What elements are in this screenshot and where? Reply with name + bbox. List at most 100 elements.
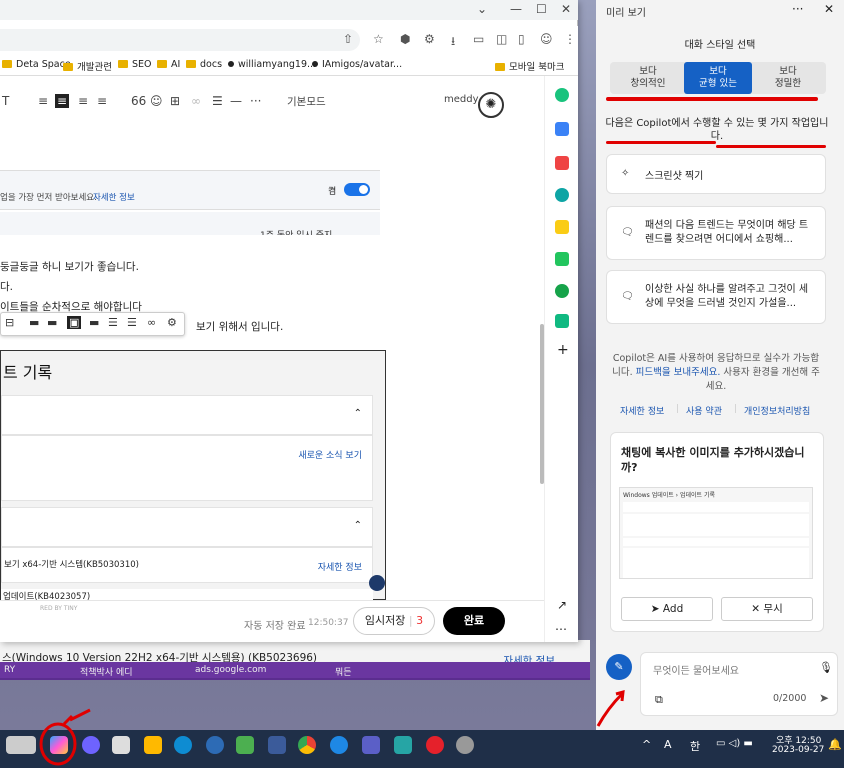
temp-save-button[interactable]: 임시저장 | 3 [353, 607, 435, 635]
code-icon[interactable]: ☰ [212, 94, 223, 108]
explorer-icon[interactable] [144, 736, 162, 754]
chat-input-box[interactable]: 무엇이든 물어보세요 🎙 ⧉ 0/2000 ➤ [640, 652, 838, 716]
align-left-icon[interactable]: ≡ [38, 94, 48, 108]
align-justify-icon[interactable]: ≡ [97, 94, 107, 108]
sidebar-toggle-icon[interactable]: ▯ [518, 32, 525, 46]
more-icon[interactable]: ··· [250, 94, 261, 108]
divider-icon[interactable]: — [230, 94, 242, 108]
image-inline-icon[interactable]: ▬ [29, 316, 39, 329]
avatar[interactable]: ✺ [478, 92, 504, 118]
sidebar-app-icon[interactable] [555, 88, 569, 102]
done-button[interactable]: 완료 [443, 607, 505, 635]
send-icon[interactable]: ➤ [819, 691, 829, 705]
notification-icon[interactable]: 🔔 [828, 738, 842, 751]
maximize-icon[interactable]: ☐ [536, 2, 547, 16]
link-icon[interactable]: ∞ [191, 94, 201, 108]
bookmark-star-icon[interactable]: ☆ [373, 32, 384, 46]
app-icon[interactable] [394, 736, 412, 754]
mode-select[interactable]: 기본모드 [287, 94, 326, 109]
strip-item[interactable]: ads.google.com [195, 665, 266, 675]
sidebar-app-icon[interactable] [555, 122, 569, 136]
tab-search-icon[interactable]: ⌄ [477, 2, 487, 16]
edge-icon[interactable] [174, 736, 192, 754]
align-right-icon[interactable]: ≡ [78, 94, 88, 108]
menu-icon[interactable]: ··· [792, 2, 803, 16]
microphone-icon[interactable]: 🎙 [819, 661, 833, 674]
chrome-icon[interactable] [298, 736, 316, 754]
more-icon[interactable]: ⋮ [564, 32, 576, 46]
share-icon[interactable]: ⇧ [343, 32, 353, 46]
mobile-bookmarks[interactable]: 모바일 북마크 [495, 59, 564, 73]
sidebar-app-icon[interactable] [555, 220, 569, 234]
sidebar-app-icon[interactable] [555, 188, 569, 202]
sidebar-app-icon[interactable] [555, 284, 569, 298]
image-link-icon[interactable]: ∞ [147, 316, 156, 329]
tray-overflow-icon[interactable]: ^ [642, 738, 651, 751]
screenshot-icon[interactable]: ◫ [496, 32, 507, 46]
add-icon[interactable]: + [557, 342, 569, 358]
scrollbar[interactable] [540, 324, 544, 484]
clock-date[interactable]: 2023-09-27 [772, 745, 824, 755]
image-right-icon[interactable]: ▬ [89, 316, 99, 329]
settings-icon[interactable] [456, 736, 474, 754]
strip-item[interactable]: 적책박사 에디 [80, 665, 133, 678]
image-wrap-left-icon[interactable]: ☰ [108, 316, 118, 329]
network-volume-battery-icon[interactable]: ▭ ◁) ▬ [716, 738, 753, 749]
ime-mode[interactable]: A [664, 738, 672, 751]
omnibox[interactable] [0, 29, 360, 51]
bookmark-item[interactable]: SEO [118, 59, 152, 70]
text-format-icon[interactable]: T [2, 94, 9, 108]
suggestion-card[interactable]: 🗨 이상한 사실 하나를 알려주고 그것이 세상에 무엇을 드러낼 것인지 가설… [606, 270, 826, 324]
more-icon[interactable]: ⋯ [555, 622, 567, 636]
sidebar-app-icon[interactable] [555, 252, 569, 266]
pasted-screenshot-image[interactable]: 트 기록 ⌃ 새로운 소식 보기 ⌃ 보기 x64-기반 시스템(KB50303… [0, 350, 386, 601]
close-icon[interactable]: ✕ [561, 2, 571, 16]
app-icon[interactable] [236, 736, 254, 754]
new-topic-button[interactable]: ✎ [606, 654, 632, 680]
snip-icon[interactable] [112, 736, 130, 754]
bookmark-item[interactable]: 개발관련 [63, 59, 112, 73]
align-center-icon[interactable]: ≡ [55, 94, 70, 108]
ignore-button[interactable]: ✕ 무시 [721, 597, 813, 621]
sidebar-app-icon[interactable] [555, 314, 569, 328]
footer-link[interactable]: 자세한 정보 [620, 404, 664, 417]
extension-icon[interactable]: ⬢ [400, 32, 410, 46]
image-left-icon[interactable]: ▬ [47, 316, 57, 329]
puzzle-icon[interactable]: ⚙ [424, 32, 435, 46]
style-balanced-button[interactable]: 보다 균형 있는 [684, 62, 752, 94]
address-bar[interactable]: ⇧ ☆ ⬢ ⚙ ⭳ ▭ ◫ ▯ ☺ ⋮ [0, 26, 578, 54]
sidebar-app-icon[interactable] [555, 156, 569, 170]
image-resize-icon[interactable]: ⊟ [5, 316, 14, 329]
bing-icon[interactable] [330, 736, 348, 754]
image-handle-icon[interactable] [369, 575, 385, 591]
update-toggle[interactable] [344, 183, 370, 196]
table-icon[interactable]: ⊞ [170, 94, 180, 108]
image-settings-icon[interactable]: ⚙ [167, 316, 177, 329]
add-button[interactable]: ➤ Add [621, 597, 713, 621]
opera-icon[interactable] [426, 736, 444, 754]
image-upload-icon[interactable]: ⧉ [655, 693, 663, 707]
bookmark-item[interactable]: AI [157, 59, 180, 70]
footer-link[interactable]: 개인정보처리방침 [744, 404, 810, 417]
bookmark-item[interactable]: Deta Space [2, 59, 71, 70]
image-center-icon[interactable]: ▣ [67, 316, 82, 329]
strip-item[interactable]: 뭐든 [335, 665, 352, 678]
app-icon[interactable] [206, 736, 224, 754]
download-icon[interactable]: ⭳ [451, 32, 455, 53]
notice-link[interactable]: 자세한 정보 [93, 191, 135, 203]
minimize-icon[interactable]: — [510, 2, 522, 16]
feedback-link[interactable]: 피드백을 보내주세요. [636, 367, 721, 378]
profile-icon[interactable]: ☺ [540, 32, 553, 46]
suggestion-card[interactable]: 🗨 패션의 다음 트렌드는 무엇이며 해당 트렌드를 찾으려면 어디에서 쇼핑해… [606, 206, 826, 260]
footer-link[interactable]: 사용 약관 [686, 404, 722, 417]
emoji-icon[interactable]: ☺ [150, 94, 163, 108]
style-precise-button[interactable]: 보다 정밀한 [754, 62, 822, 94]
bookmark-item[interactable]: IAmigos/avatar... [312, 59, 402, 70]
ime-language[interactable]: 한 [690, 738, 700, 754]
bookmark-item[interactable]: docs [186, 59, 222, 70]
strip-item[interactable]: RY [4, 665, 15, 675]
app-icon[interactable] [268, 736, 286, 754]
close-icon[interactable]: ✕ [824, 2, 834, 16]
chat-input[interactable]: 무엇이든 물어보세요 [653, 662, 739, 677]
bookmark-item[interactable]: williamyang19... [228, 59, 316, 70]
